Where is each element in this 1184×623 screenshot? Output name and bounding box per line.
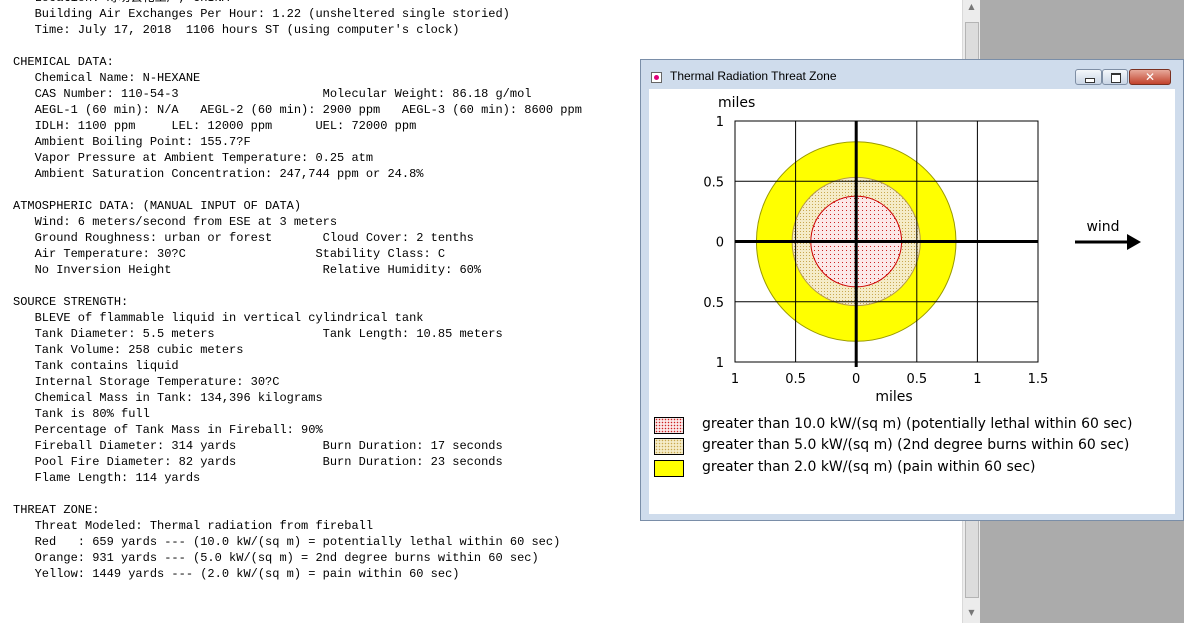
report-line: Ambient Boiling Point: 155.7?F <box>13 135 251 149</box>
scroll-down-arrow-icon[interactable]: ▼ <box>963 606 980 620</box>
wind-label: wind <box>1086 219 1119 235</box>
window-app-icon <box>651 72 662 83</box>
report-line: Internal Storage Temperature: 30?C <box>13 375 280 389</box>
minimize-icon <box>1085 78 1095 83</box>
report-line <box>13 486 582 502</box>
x-tick-label: 0 <box>852 372 860 387</box>
legend-swatch <box>654 460 684 477</box>
y-axis-unit-label: miles <box>718 95 755 111</box>
report-line: Tank Diameter: 5.5 meters Tank Length: 1… <box>13 327 503 341</box>
x-tick-label: 0.5 <box>785 372 806 387</box>
legend-label: greater than 2.0 kW/(sq m) (pain within … <box>702 459 1036 475</box>
y-tick-label: 0.5 <box>703 175 724 190</box>
close-button[interactable]: ✕ <box>1129 69 1171 85</box>
report-line: Chemical Mass in Tank: 134,396 kilograms <box>13 391 323 405</box>
report-line <box>13 278 582 294</box>
report-line: THREAT ZONE: <box>13 503 100 517</box>
report-line: Chemical Name: N-HEXANE <box>13 71 201 85</box>
scroll-thumb[interactable] <box>965 22 979 64</box>
report-line: CAS Number: 110-54-3 Molecular Weight: 8… <box>13 87 532 101</box>
y-tick-label: 0.5 <box>703 296 724 311</box>
report-line: Tank contains liquid <box>13 359 179 373</box>
report-line: AEGL-1 (60 min): N/A AEGL-2 (60 min): 29… <box>13 103 582 117</box>
report-line: SOURCE STRENGTH: <box>13 295 129 309</box>
report-line <box>13 38 582 54</box>
report-line: Tank is 80% full <box>13 407 150 421</box>
maximize-icon <box>1111 73 1121 83</box>
report-line: No Inversion Height Relative Humidity: 6… <box>13 263 482 277</box>
threat-zone-window[interactable]: Thermal Radiation Threat Zone ✕ 1 0.5 0 0.5… <box>640 59 1184 521</box>
x-tick-label: 1 <box>973 372 981 387</box>
report-line: Red : 659 yards --- (10.0 kW/(sq m) = po… <box>13 535 561 549</box>
report-line: IDLH: 1100 ppm LEL: 12000 ppm UEL: 72000… <box>13 119 417 133</box>
scroll-thumb-lower[interactable] <box>965 520 979 598</box>
report-line: Time: July 17, 2018 1106 hours ST (using… <box>13 23 460 37</box>
report-line <box>13 182 582 198</box>
threat-zone-plot-area: 1 0.5 0 0.5 1 1.5 1 0.5 0 0.5 1 miles miles wind grea… <box>649 89 1175 514</box>
legend-label: greater than 5.0 kW/(sq m) (2nd degree b… <box>702 437 1130 453</box>
report-line: Percentage of Tank Mass in Fireball: 90% <box>13 423 323 437</box>
report-line: Fireball Diameter: 314 yards Burn Durati… <box>13 439 503 453</box>
report-line: Yellow: 1449 yards --- (2.0 kW/(sq m) = … <box>13 567 460 581</box>
minimize-button[interactable] <box>1075 69 1102 85</box>
report-line: Ambient Saturation Concentration: 247,74… <box>13 167 424 181</box>
report-line: CHEMICAL DATA: <box>13 55 114 69</box>
legend-swatch <box>654 438 684 455</box>
report-line: ATMOSPHERIC DATA: (MANUAL INPUT OF DATA) <box>13 199 302 213</box>
scroll-up-arrow-icon[interactable]: ▲ <box>963 0 980 14</box>
report-line: BLEVE of flammable liquid in vertical cy… <box>13 311 424 325</box>
report-line: Wind: 6 meters/second from ESE at 3 mete… <box>13 215 338 229</box>
close-icon: ✕ <box>1144 70 1156 84</box>
report-line: Building Air Exchanges Per Hour: 1.22 (u… <box>13 7 510 21</box>
x-axis-unit-label: miles <box>875 389 912 405</box>
y-tick-label: 1 <box>716 356 724 371</box>
wind-arrowhead-icon <box>1127 234 1141 250</box>
report-line: Air Temperature: 30?C Stability Class: C <box>13 247 446 261</box>
report-line: Tank Volume: 258 cubic meters <box>13 343 244 357</box>
report-line: Ground Roughness: urban or forest Cloud … <box>13 231 474 245</box>
report-line: Orange: 931 yards --- (5.0 kW/(sq m) = 2… <box>13 551 539 565</box>
window-titlebar[interactable]: Thermal Radiation Threat Zone ✕ <box>641 60 1183 88</box>
legend-label: greater than 10.0 kW/(sq m) (potentially… <box>702 416 1133 432</box>
report-line: Pool Fire Diameter: 82 yards Burn Durati… <box>13 455 503 469</box>
y-tick-label: 1 <box>716 115 724 130</box>
window-title: Thermal Radiation Threat Zone <box>670 69 837 83</box>
report-line: Flame Length: 114 yards <box>13 471 201 485</box>
x-tick-label: 0.5 <box>906 372 927 387</box>
y-tick-label: 0 <box>716 236 724 251</box>
report-line: Threat Modeled: Thermal radiation from f… <box>13 519 374 533</box>
report-line: Vapor Pressure at Ambient Temperature: 0… <box>13 151 374 165</box>
text-summary-report: Location: 寿坊县化工厂, CHINA Building Air Exc… <box>13 0 582 582</box>
x-tick-label: 1.5 <box>1028 372 1049 387</box>
legend-swatch <box>654 417 684 434</box>
maximize-button[interactable] <box>1102 69 1128 85</box>
x-tick-label: 1 <box>731 372 739 387</box>
